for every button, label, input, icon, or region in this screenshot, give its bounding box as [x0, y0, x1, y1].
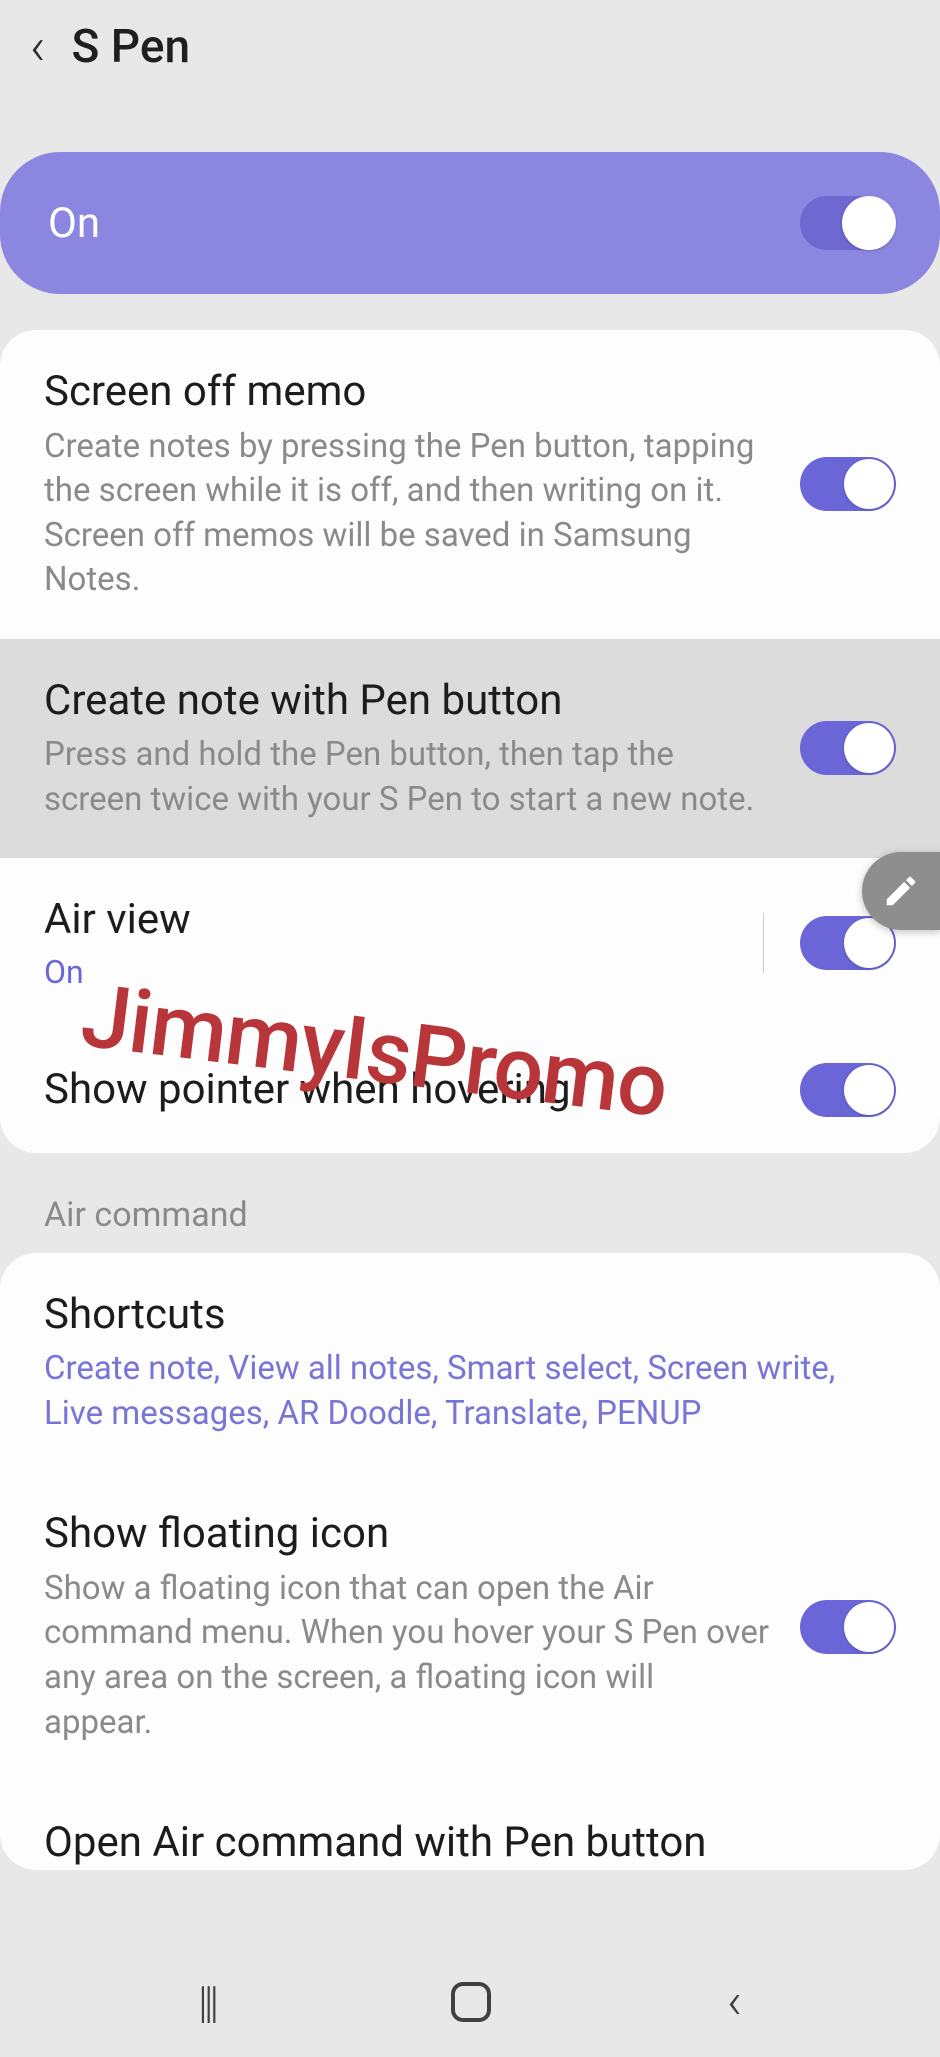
- open-air-command-title: Open Air command with Pen button: [44, 1817, 896, 1870]
- show-pointer-row[interactable]: Show pointer when hovering: [0, 1027, 940, 1153]
- screen-off-memo-title: Screen off memo: [44, 366, 770, 419]
- show-pointer-title: Show pointer when hovering: [44, 1064, 770, 1117]
- nav-recent-icon[interactable]: |||: [198, 1976, 215, 2028]
- shortcuts-row[interactable]: Shortcuts Create note, View all notes, S…: [0, 1253, 940, 1473]
- back-icon[interactable]: ‹: [30, 21, 46, 73]
- floating-icon-row[interactable]: Show floating icon Show a floating icon …: [0, 1472, 940, 1781]
- master-toggle-label: On: [48, 199, 100, 248]
- floating-icon-title: Show floating icon: [44, 1508, 770, 1561]
- open-air-command-row[interactable]: Open Air command with Pen button: [0, 1781, 940, 1870]
- screen-off-memo-switch[interactable]: [800, 457, 896, 511]
- create-note-row[interactable]: Create note with Pen button Press and ho…: [0, 639, 940, 859]
- floating-icon-desc: Show a floating icon that can open the A…: [44, 1567, 770, 1745]
- nav-home-icon[interactable]: [451, 1982, 491, 2022]
- floating-icon-switch[interactable]: [800, 1600, 896, 1654]
- show-pointer-switch[interactable]: [800, 1063, 896, 1117]
- air-view-row[interactable]: Air view On: [0, 858, 940, 1027]
- master-toggle-switch[interactable]: [800, 196, 896, 250]
- air-view-title: Air view: [44, 894, 733, 947]
- shortcuts-title: Shortcuts: [44, 1289, 896, 1342]
- master-toggle-row[interactable]: On: [0, 152, 940, 294]
- screen-off-memo-row[interactable]: Screen off memo Create notes by pressing…: [0, 330, 940, 639]
- air-command-section-header: Air command: [0, 1153, 940, 1253]
- air-view-status: On: [44, 953, 733, 991]
- nav-back-icon[interactable]: ‹: [727, 1973, 742, 2031]
- screen-off-memo-desc: Create notes by pressing the Pen button,…: [44, 425, 770, 603]
- android-nav-bar: ||| ‹: [0, 1947, 940, 2057]
- divider: [763, 913, 764, 973]
- page-title: S Pen: [72, 20, 191, 74]
- shortcuts-desc: Create note, View all notes, Smart selec…: [44, 1347, 896, 1436]
- pencil-icon: [882, 872, 920, 910]
- create-note-desc: Press and hold the Pen button, then tap …: [44, 733, 770, 822]
- create-note-switch[interactable]: [800, 721, 896, 775]
- edit-fab[interactable]: [862, 852, 940, 930]
- create-note-title: Create note with Pen button: [44, 675, 770, 728]
